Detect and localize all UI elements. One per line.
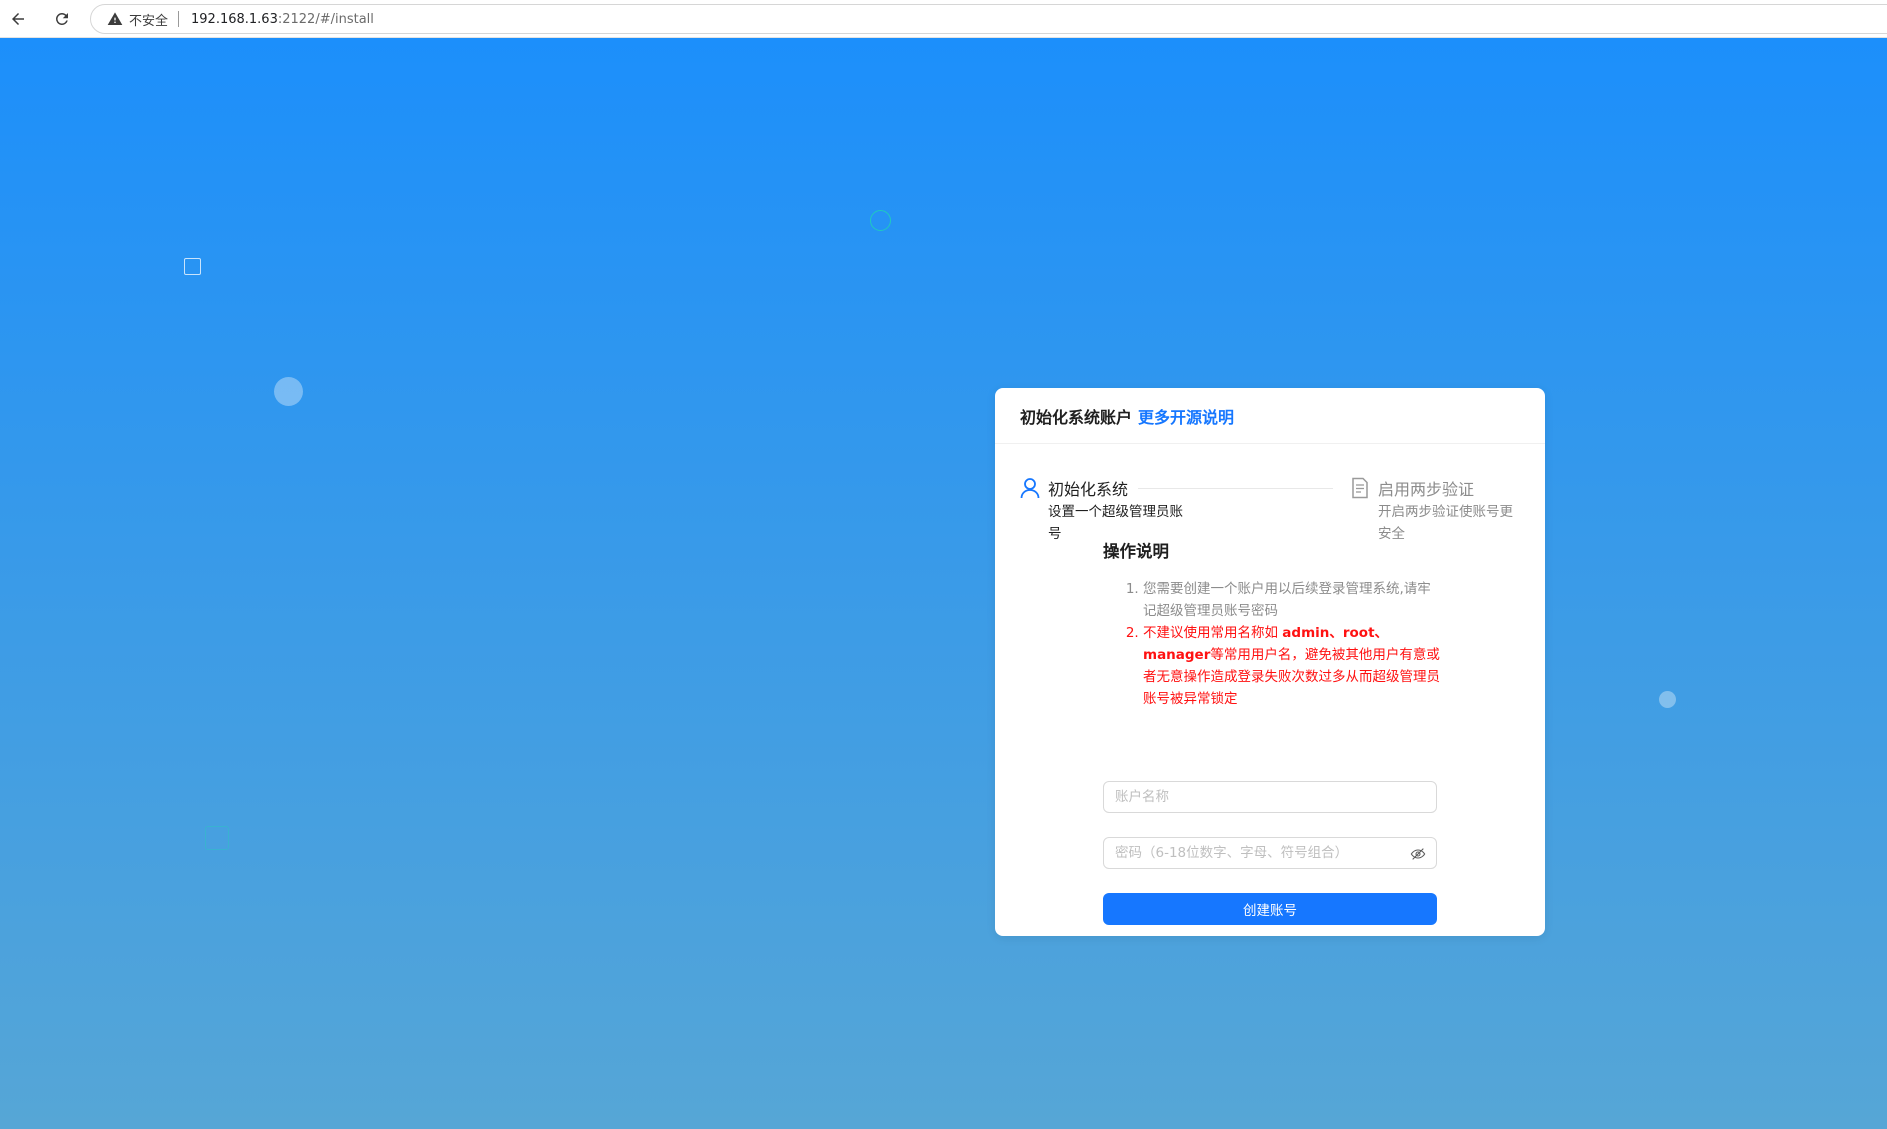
password-field[interactable] <box>1103 837 1437 869</box>
address-bar[interactable]: 不安全 192.168.1.63:2122/#/install <box>90 4 1887 34</box>
steps: 初始化系统 设置一个超级管理员账号 启用两步验证 开启两步验证使账号更安全 <box>1020 476 1520 546</box>
insecure-label: 不安全 <box>129 13 169 29</box>
decorative-square <box>205 826 229 850</box>
page-background <box>0 38 1887 1129</box>
url-host: 192.168.1.63 <box>191 11 278 27</box>
create-account-button[interactable]: 创建账号 <box>1103 893 1437 925</box>
user-icon <box>1020 478 1040 499</box>
instructions: 操作说明 您需要创建一个账户用以后续登录管理系统,请牢记超级管理员账号密码 不建… <box>1103 538 1443 710</box>
step-title: 启用两步验证 <box>1378 480 1475 499</box>
instructions-heading: 操作说明 <box>1103 542 1169 561</box>
address-separator <box>178 11 180 27</box>
warning-icon <box>107 12 123 25</box>
browser-toolbar: 不安全 192.168.1.63:2122/#/install <box>0 0 1887 38</box>
instruction-item-warning: 不建议使用常用名称如 admin、root、manager等常用用户名，避免被其… <box>1143 622 1443 710</box>
decorative-square <box>184 258 201 275</box>
document-icon <box>1352 477 1368 499</box>
card-title: 初始化系统账户 <box>1020 407 1133 427</box>
back-arrow-icon[interactable] <box>5 6 31 32</box>
eye-invisible-icon[interactable] <box>1410 846 1426 862</box>
reload-icon[interactable] <box>49 6 75 32</box>
step-connector <box>1138 488 1333 489</box>
open-source-link[interactable]: 更多开源说明 <box>1138 404 1234 428</box>
warning-prefix: 不建议使用常用名称如 <box>1143 625 1283 641</box>
password-input[interactable] <box>1104 838 1436 868</box>
url-path: :2122/#/install <box>277 11 374 27</box>
username-input[interactable] <box>1104 782 1436 812</box>
instructions-list: 您需要创建一个账户用以后续登录管理系统,请牢记超级管理员账号密码 不建议使用常用… <box>1103 578 1443 710</box>
decorative-dot <box>1659 691 1676 708</box>
decorative-dot <box>274 377 303 406</box>
step-title: 初始化系统 <box>1048 480 1129 499</box>
card-header: 初始化系统账户 更多开源说明 <box>995 388 1545 444</box>
instruction-item: 您需要创建一个账户用以后续登录管理系统,请牢记超级管理员账号密码 <box>1143 578 1443 622</box>
install-card: 初始化系统账户 更多开源说明 初始化系统 设置一个超级管理员账号 启用两步验证 … <box>995 388 1545 936</box>
username-field[interactable] <box>1103 781 1437 813</box>
decorative-ring <box>870 210 891 231</box>
